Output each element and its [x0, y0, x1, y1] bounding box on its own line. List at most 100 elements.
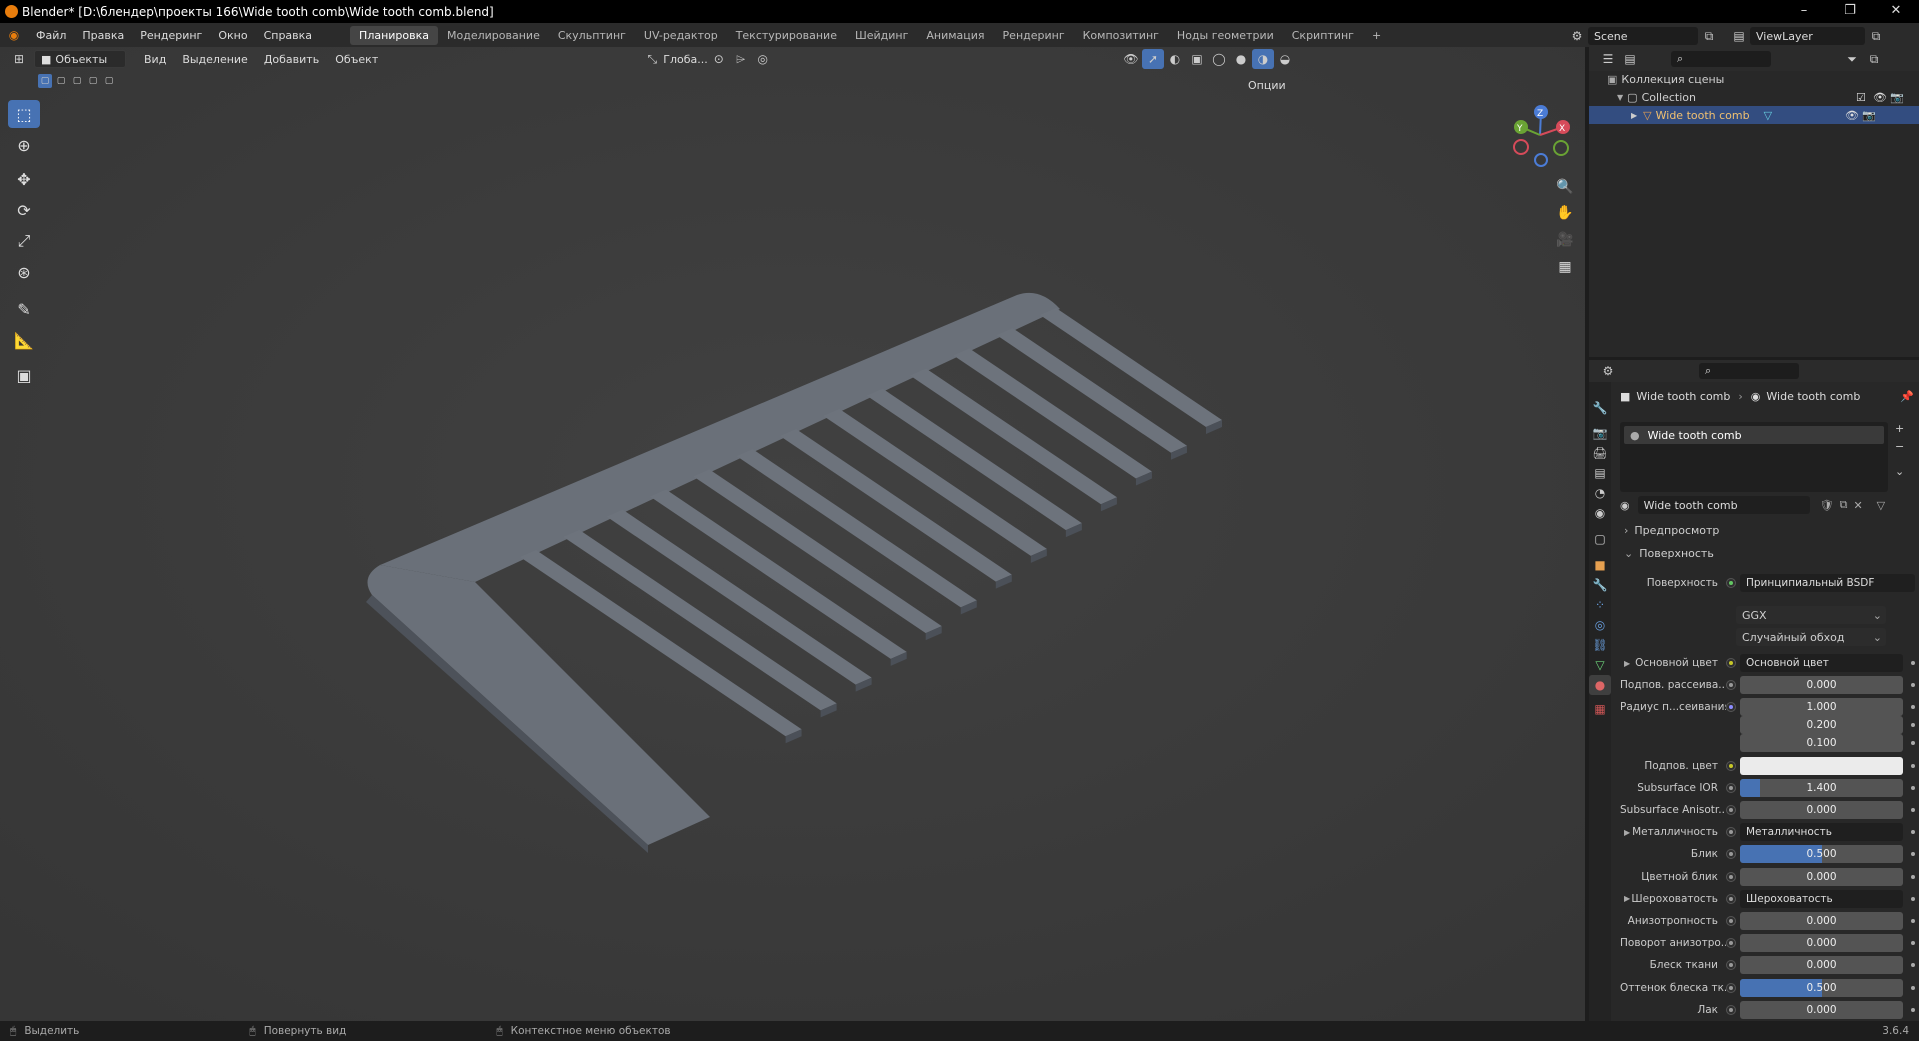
render-tab-icon[interactable]: 📷 — [1589, 423, 1611, 443]
subsurface-method-dropdown[interactable]: Случайный обход ⌄ — [1736, 628, 1886, 646]
tool-tab-icon[interactable]: 🔧 — [1589, 398, 1611, 418]
collection-tab-icon[interactable]: ▢ — [1589, 529, 1611, 549]
property-value-field[interactable]: Основной цвет — [1740, 654, 1903, 672]
keyframe-icon[interactable] — [1911, 808, 1915, 812]
keyframe-icon[interactable] — [1911, 919, 1915, 923]
3d-viewport[interactable] — [0, 47, 1585, 1021]
keyframe-icon[interactable] — [1911, 896, 1915, 901]
workspace-tab[interactable]: Анимация — [917, 26, 993, 45]
socket-icon[interactable] — [1726, 805, 1736, 815]
viewport-menu-item[interactable]: Выделение — [174, 53, 256, 66]
surface-panel-header[interactable]: ⌄ Поверхность — [1624, 547, 1914, 560]
property-value-field[interactable]: Металличность — [1740, 823, 1903, 842]
socket-icon[interactable] — [1726, 849, 1736, 860]
wireframe-shading-icon[interactable]: ◯ — [1208, 49, 1230, 69]
navigation-gizmo[interactable]: Z X Y — [1505, 100, 1575, 170]
close-button[interactable]: ✕ — [1873, 0, 1919, 23]
property-value-field[interactable]: 0.500 — [1740, 845, 1903, 864]
transform-orientation-icon[interactable]: ⤡ — [641, 49, 663, 69]
socket-icon[interactable] — [1726, 916, 1736, 926]
viewlayer-field[interactable]: ViewLayer — [1750, 27, 1865, 45]
object-tab-icon[interactable]: ■ — [1589, 555, 1611, 575]
workspace-tab[interactable]: Скриптинг — [1283, 26, 1363, 45]
select-intersect-icon[interactable]: ▢ — [102, 74, 116, 88]
gizmo-toggle-icon[interactable]: ➚ — [1142, 49, 1164, 69]
property-value-field[interactable]: 0.100 — [1740, 734, 1903, 753]
workspace-tab[interactable]: + — [1363, 26, 1390, 45]
world-tab-icon[interactable]: ◉ — [1589, 503, 1611, 523]
socket-icon[interactable] — [1726, 960, 1736, 971]
filter-icon[interactable]: ⏷ — [1841, 49, 1863, 69]
workspace-tab[interactable]: Шейдинг — [846, 26, 917, 45]
expand-arrow-icon[interactable]: ▶ — [1631, 111, 1637, 120]
property-value-field[interactable]: 0.000 — [1740, 934, 1903, 953]
keyframe-icon[interactable] — [1911, 941, 1915, 946]
exclude-checkbox-icon[interactable]: ☑ — [1856, 91, 1866, 104]
scene-field[interactable]: Scene — [1588, 27, 1698, 45]
add-cube-icon[interactable]: ▣ — [8, 361, 40, 389]
properties-editor-icon[interactable]: ⚙ — [1597, 361, 1619, 381]
keyframe-icon[interactable] — [1911, 705, 1915, 710]
keyframe-icon[interactable] — [1911, 741, 1915, 746]
visibility-icon[interactable]: 👁 — [1120, 49, 1142, 69]
slot-menu-icon[interactable]: ⌄ — [1895, 465, 1904, 478]
keyframe-icon[interactable] — [1911, 874, 1915, 879]
collection-label[interactable]: Collection — [1642, 91, 1696, 104]
pin-icon[interactable]: 📌 — [1900, 390, 1914, 403]
keyframe-icon[interactable] — [1911, 985, 1915, 990]
menu-item[interactable]: Рендеринг — [132, 29, 210, 42]
viewport-menu-item[interactable]: Объект — [327, 53, 386, 66]
material-slot[interactable]: ● Wide tooth comb — [1624, 426, 1884, 444]
socket-icon[interactable] — [1726, 871, 1736, 882]
outliner-row-comb[interactable]: ▶ ▽ Wide tooth comb ▽ 👁 📷 — [1589, 106, 1919, 124]
property-value-field[interactable] — [1740, 756, 1903, 775]
transform-orientation[interactable]: Глоба... — [663, 53, 707, 66]
new-collection-icon[interactable]: ⧉ — [1863, 49, 1885, 69]
remove-slot-button[interactable]: − — [1895, 440, 1904, 453]
socket-icon[interactable] — [1726, 893, 1736, 904]
menu-item[interactable]: Справка — [256, 29, 320, 42]
texture-tab-icon[interactable]: ▦ — [1589, 699, 1611, 719]
annotate-icon[interactable]: ✎ — [8, 295, 40, 323]
material-name-field[interactable]: Wide tooth comb — [1637, 496, 1810, 514]
socket-icon[interactable] — [1726, 938, 1736, 949]
property-value-field[interactable]: 0.000 — [1740, 956, 1903, 975]
camera-icon[interactable]: 🎥 — [1553, 228, 1577, 252]
pivot-icon[interactable]: ⊙ — [708, 49, 730, 69]
property-value-field[interactable]: 0.500 — [1740, 978, 1903, 997]
select-subtract-icon[interactable]: ▢ — [70, 74, 84, 88]
fake-user-icon[interactable]: 🛡 — [1820, 499, 1834, 512]
rendered-shading-icon[interactable]: ◒ — [1274, 49, 1296, 69]
viewport-menu-item[interactable]: Добавить — [256, 53, 327, 66]
new-scene-icon[interactable]: ⧉ — [1698, 26, 1720, 46]
select-invert-icon[interactable]: ▢ — [86, 74, 100, 88]
socket-icon[interactable] — [1726, 982, 1736, 993]
link-type-icon[interactable]: ▽ — [1877, 499, 1885, 512]
keyframe-icon[interactable] — [1911, 683, 1915, 688]
expand-arrow-icon[interactable]: ▶ — [1624, 659, 1630, 668]
display-mode-icon[interactable]: ▤ — [1619, 49, 1641, 69]
maximize-button[interactable]: ❐ — [1827, 0, 1873, 23]
view-layer-tab-icon[interactable]: ▤ — [1589, 463, 1611, 483]
output-tab-icon[interactable]: 🖨 — [1589, 443, 1611, 463]
preview-panel-header[interactable]: › Предпросмотр — [1624, 524, 1914, 537]
object-eye-icon[interactable]: 👁 — [1845, 109, 1859, 122]
expand-arrow-icon[interactable]: ▶ — [1624, 828, 1630, 837]
constraints-tab-icon[interactable]: ⛓ — [1589, 635, 1611, 655]
overlay-icon[interactable]: ◐ — [1164, 49, 1186, 69]
workspace-tab[interactable]: Планировка — [350, 25, 439, 45]
collection-eye-icon[interactable]: 👁 — [1873, 91, 1887, 104]
pan-hand-icon[interactable]: ✋ — [1553, 201, 1577, 225]
keyframe-icon[interactable] — [1911, 852, 1915, 857]
workspace-tab[interactable]: UV-редактор — [635, 26, 727, 45]
socket-icon[interactable] — [1726, 702, 1736, 713]
outliner-editor-icon[interactable]: ☰ — [1597, 49, 1619, 69]
workspace-tab[interactable]: Ноды геометрии — [1168, 26, 1283, 45]
socket-icon[interactable] — [1726, 1004, 1736, 1015]
duplicate-material-icon[interactable]: ⧉ — [1840, 498, 1848, 512]
object-camera-icon[interactable]: 📷 — [1862, 109, 1876, 122]
viewlayer-icon[interactable]: ▤ — [1728, 26, 1750, 46]
collection-camera-icon[interactable]: 📷 — [1890, 91, 1904, 104]
properties-search[interactable]: ⌕ — [1699, 363, 1799, 379]
property-value-field[interactable]: 0.000 — [1740, 1000, 1903, 1019]
